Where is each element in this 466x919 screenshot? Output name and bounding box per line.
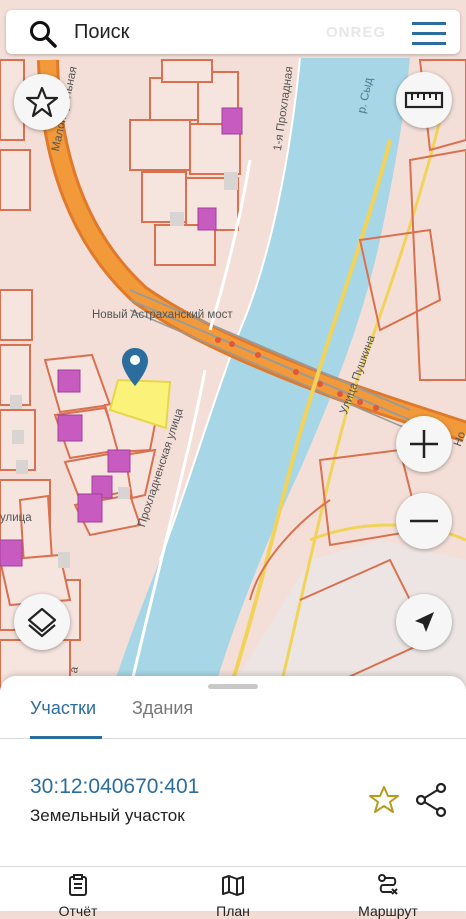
layers-icon — [27, 607, 57, 638]
brand-watermark: ONREG — [326, 24, 387, 41]
nav-plan[interactable]: План — [173, 867, 293, 919]
nav-report[interactable]: Отчёт — [18, 867, 138, 919]
navigation-arrow-icon — [415, 612, 434, 632]
ruler-icon — [404, 91, 444, 109]
bottom-nav: Отчёт План Маршрут — [0, 866, 466, 919]
info-panel: Участки Здания 30:12:040670:401 Земельны… — [0, 676, 466, 919]
tab-parcels[interactable]: Участки — [30, 698, 96, 719]
ruler-button[interactable] — [396, 72, 452, 128]
favorites-button[interactable] — [14, 74, 70, 130]
layers-button[interactable] — [14, 594, 70, 650]
object-type-label: Земельный участок — [30, 806, 185, 825]
nav-route[interactable]: Маршрут — [328, 867, 448, 919]
location-pin-icon[interactable] — [120, 346, 150, 388]
map-label-bridge: Новый Астраханский мост — [92, 309, 233, 321]
my-location-button[interactable] — [396, 594, 452, 650]
favorite-star-icon[interactable] — [368, 784, 400, 816]
clipboard-icon — [69, 874, 87, 896]
plus-icon — [410, 430, 438, 458]
route-icon — [378, 874, 398, 895]
menu-icon[interactable] — [410, 20, 448, 48]
map-icon — [222, 875, 244, 896]
tab-buildings[interactable]: Здания — [132, 698, 193, 719]
nav-report-label: Отчёт — [58, 903, 98, 919]
zoom-out-button[interactable] — [396, 493, 452, 549]
star-outline-icon — [25, 86, 59, 118]
zoom-in-button[interactable] — [396, 416, 452, 472]
nav-route-label: Маршрут — [358, 903, 418, 919]
panel-tabs: Участки Здания — [0, 690, 466, 739]
search-bar[interactable]: Поиск ONREG — [6, 10, 460, 54]
cadastral-number-link[interactable]: 30:12:040670:401 — [30, 775, 199, 799]
nav-plan-label: План — [216, 903, 250, 919]
search-input[interactable]: Поиск — [74, 21, 129, 44]
search-icon[interactable] — [28, 19, 58, 49]
minus-icon — [410, 519, 438, 523]
share-icon[interactable] — [414, 782, 448, 818]
active-tab-indicator — [30, 736, 102, 739]
map-label-ulitsa: улица — [0, 512, 32, 524]
drag-handle[interactable] — [208, 684, 258, 689]
